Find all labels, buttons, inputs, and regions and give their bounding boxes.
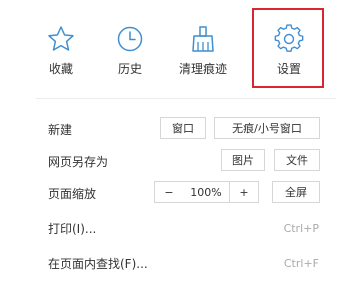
save-page-label: 网页另存为 (48, 154, 109, 169)
find-shortcut: Ctrl+F (283, 256, 319, 270)
zoom-label: 页面缩放 (48, 186, 97, 201)
history-button[interactable]: 历史 (105, 18, 155, 90)
favorites-label: 收藏 (48, 62, 73, 76)
zoom-level-value: 100% (183, 181, 229, 203)
save-as-file-button[interactable]: 文件 (274, 149, 320, 171)
clock-icon (117, 26, 143, 52)
favorites-button[interactable]: 收藏 (36, 18, 86, 90)
new-window-button[interactable]: 窗口 (160, 117, 206, 139)
star-icon (48, 26, 74, 51)
find-in-page-row[interactable]: 在页面内查找(F)... Ctrl+F (48, 251, 323, 275)
divider (36, 98, 336, 99)
history-label: 历史 (117, 62, 142, 76)
print-shortcut: Ctrl+P (283, 221, 319, 235)
browser-menu-panel: 收藏 历史 清理痕迹 设置 新建 窗口 无痕/小号窗口 网页另存为 图片 文件 … (0, 0, 353, 281)
new-incognito-window-button[interactable]: 无痕/小号窗口 (214, 117, 320, 139)
zoom-row: 页面缩放 − 100% + 全屏 (48, 181, 323, 205)
save-as-image-button[interactable]: 图片 (221, 149, 265, 171)
clear-traces-button[interactable]: 清理痕迹 (168, 18, 238, 90)
broom-icon (192, 26, 214, 52)
new-row: 新建 窗口 无痕/小号窗口 (48, 117, 323, 141)
new-label: 新建 (48, 122, 73, 137)
clear-traces-label: 清理痕迹 (178, 62, 227, 76)
print-label: 打印(I)... (48, 221, 97, 236)
fullscreen-button[interactable]: 全屏 (272, 181, 320, 203)
zoom-in-button[interactable]: + (229, 181, 259, 203)
settings-highlight-box (252, 8, 324, 88)
zoom-out-button[interactable]: − (154, 181, 184, 203)
save-page-row: 网页另存为 图片 文件 (48, 149, 323, 173)
find-in-page-label: 在页面内查找(F)... (48, 256, 148, 271)
print-row[interactable]: 打印(I)... Ctrl+P (48, 216, 323, 240)
